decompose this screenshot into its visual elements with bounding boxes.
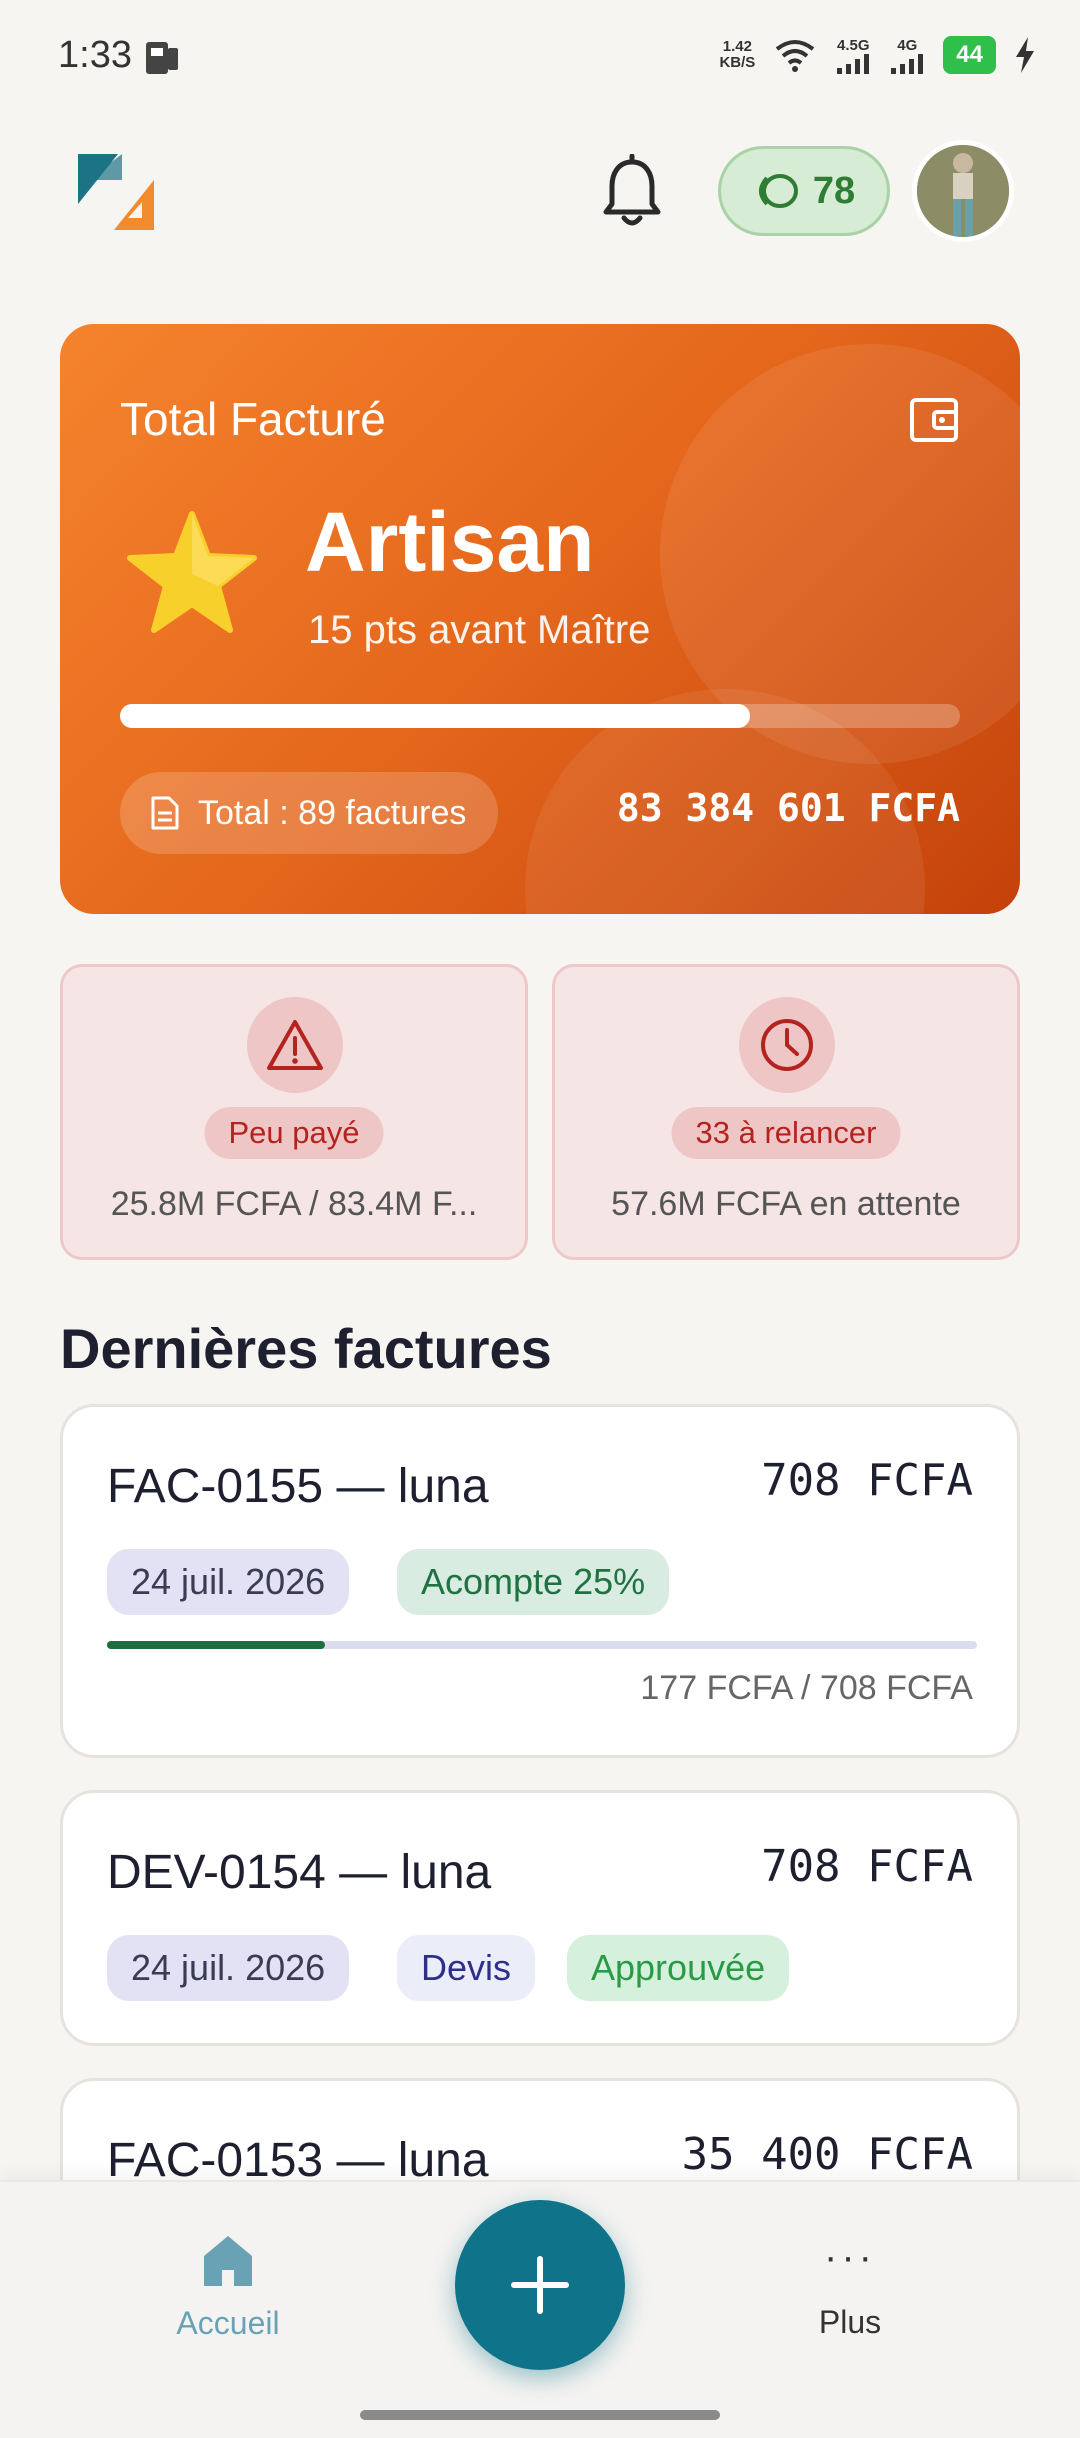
clock-icon [739,997,835,1093]
nav-home[interactable]: Accueil [160,2232,296,2342]
level-subtitle: 15 pts avant Maître [308,608,651,652]
level-name: Artisan [305,495,595,589]
payment-progress-fill [107,1641,325,1649]
followup-text: 57.6M FCFA en attente [611,1185,961,1223]
plus-icon [511,2256,569,2314]
payment-status-card[interactable]: Peu payé 25.8M FCFA / 83.4M F... [60,964,528,1260]
bell-icon[interactable] [600,153,664,230]
total-invoiced-card[interactable]: Total Facturé Artisan 15 pts avant Maîtr… [60,324,1020,914]
total-amount: 83 384 601 FCFA [616,786,960,830]
payment-status-text: 25.8M FCFA / 83.4M F... [110,1185,478,1223]
payment-progress-bar [107,1641,977,1649]
nav-home-label: Accueil [176,2305,280,2341]
points-badge[interactable]: 78 [718,146,890,236]
create-button[interactable] [455,2200,625,2370]
invoice-amount: 708 FCFA [761,1841,973,1892]
warning-icon [247,997,343,1093]
network-speed: 1.42 KB/S [719,38,756,71]
invoice-date-chip: 24 juil. 2026 [107,1549,350,1615]
deposit-chip: Acompte 25% [397,1549,670,1615]
star-icon [122,504,262,644]
hero-title: Total Facturé [120,393,386,445]
points-value: 78 [812,169,856,212]
sim-icon [142,40,182,74]
home-indicator [360,2410,720,2420]
signal-4g: 4G [889,37,925,74]
nav-more[interactable]: ··· Plus [790,2235,910,2341]
home-icon [204,2236,252,2286]
signal-4-5g: 4.5G [835,37,871,74]
battery-indicator: 44 [943,36,996,74]
level-progress-fill [120,704,750,728]
followup-card[interactable]: 33 à relancer 57.6M FCFA en attente [552,964,1020,1260]
avatar[interactable] [912,140,1014,242]
status-time: 1:33 [58,34,132,76]
charging-icon [1016,37,1034,73]
document-icon [151,796,179,830]
document-type-chip: Devis [397,1935,536,2001]
wifi-icon [776,40,815,72]
section-title: Dernières factures [60,1317,552,1380]
more-icon: ··· [824,2235,876,2279]
total-invoices-pill[interactable]: Total : 89 factures [120,772,499,854]
wallet-icon[interactable] [908,394,960,446]
status-chip: Approuvée [567,1935,790,2001]
invoice-card[interactable]: FAC-0155 — luna 708 FCFA 24 juil. 2026 A… [60,1404,1020,1758]
app-logo-icon[interactable] [74,150,158,234]
invoice-amount: 708 FCFA [761,1455,973,1506]
followup-badge: 33 à relancer [671,1107,901,1159]
nav-more-label: Plus [818,2304,882,2340]
level-progress-bar [120,704,960,728]
invoice-title: DEV-0154 — luna [107,1846,492,1899]
invoice-card[interactable]: DEV-0154 — luna 708 FCFA 24 juil. 2026 D… [60,1790,1020,2046]
status-icons: 1.42 KB/S 4.5G 4G 44 [719,36,1036,74]
payment-progress-text: 177 FCFA / 708 FCFA [640,1669,973,1707]
total-invoices-label: Total : 89 factures [198,793,467,832]
coin-icon [758,174,798,208]
invoice-amount: 35 400 FCFA [681,2129,973,2180]
invoice-title: FAC-0155 — luna [107,1460,489,1513]
invoice-date-chip: 24 juil. 2026 [107,1935,350,2001]
payment-status-badge: Peu payé [204,1107,384,1159]
